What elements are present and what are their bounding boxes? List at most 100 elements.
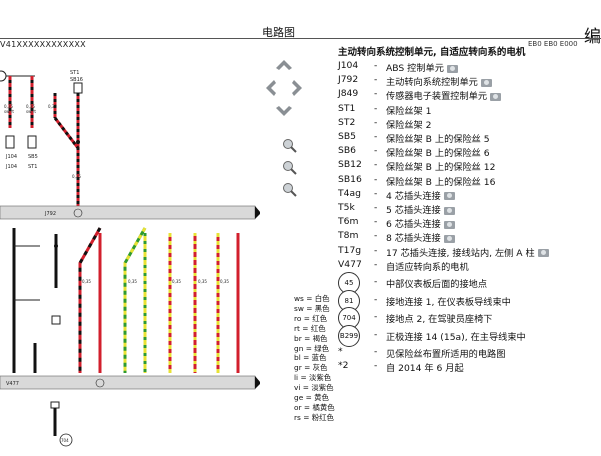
component-code: J792 (338, 74, 359, 86)
separator: - (374, 159, 378, 171)
component-legend: 主动转向系统控制单元, 自适应转向系的电机 J104- ABS 控制单元 J792-… (338, 44, 600, 374)
color-legend-item: br = 褐色 (294, 333, 328, 343)
fuse-label-2: SB5 (28, 154, 38, 160)
component-code: V477 (338, 258, 362, 270)
arrow-left-icon[interactable] (266, 80, 276, 96)
component-desc: 保险丝架 1 (386, 103, 432, 117)
separator: - (374, 230, 378, 242)
svg-text:0,35: 0,35 (72, 174, 81, 179)
lower-circuit: 0,35 0,35 0,35 0,35 0,35 (12, 227, 240, 373)
color-legend-item: ws = 白色 (294, 294, 330, 303)
component-desc-text: 保险丝架 2 (386, 119, 432, 131)
component-code: T6m (338, 216, 359, 228)
title-bar: 电路图 编 (0, 0, 601, 47)
component-code: SB6 (338, 145, 356, 157)
component-desc: 8 芯插头连接 (386, 230, 455, 244)
color-legend-item: li = 淡紫色 (294, 373, 332, 383)
component-desc-text: 保险丝架 B 上的保险丝 5 (386, 134, 490, 145)
component-desc: 主动转向系统控制单元 (386, 74, 492, 88)
separator: - (374, 244, 378, 256)
zoom-reset-icon[interactable] (282, 160, 298, 176)
component-desc: 保险丝架 B 上的保险丝 16 (386, 174, 495, 188)
color-legend-item: rt = 红色 (294, 323, 326, 333)
legend-title: 主动转向系统控制单元, 自适应转向系的电机 (338, 47, 526, 58)
separator: - (374, 145, 378, 157)
camera-icon[interactable] (443, 206, 455, 215)
color-legend-item: gn = 绿色 (294, 343, 330, 353)
ground-desc: 接地点 2, 在驾驶员座椅下 (386, 314, 493, 325)
zoom-in-icon[interactable] (282, 138, 298, 154)
note-desc: 见保险丝布置所适用的电路图 (386, 349, 506, 360)
ground-point-icon: B299 (338, 324, 360, 347)
ground-desc: 接地连接 1, 在仪表板导线束中 (386, 296, 511, 308)
separator: - (374, 293, 378, 305)
camera-icon[interactable] (537, 249, 549, 258)
bottom-component-label: V477 (6, 381, 19, 387)
wire-color-legend: ws = 白色 sw = 黑色 ro = 红色 rt = 红色 br = 褐色 … (294, 294, 335, 423)
component-band (0, 375, 256, 390)
note-mark: *2 (338, 360, 349, 372)
component-code: T17g (338, 244, 362, 256)
component-desc: 6 芯插头连接 (386, 216, 455, 230)
svg-text:0,35: 0,35 (198, 279, 207, 284)
ground-desc: 正极连接 14 (15a), 在主导线束中 (386, 331, 526, 343)
separator: - (374, 173, 378, 185)
separator: - (374, 328, 378, 340)
component-code: T8m (338, 230, 359, 242)
separator: - (374, 102, 378, 114)
component-code: SB5 (338, 131, 356, 142)
color-legend-item: vi = 淡紫色 (294, 383, 334, 393)
ground-label: 704 (61, 438, 69, 443)
arrow-up-icon[interactable] (276, 60, 292, 70)
component-desc-text: 8 芯插头连接 (386, 233, 441, 245)
bus-label: J792 (44, 211, 56, 217)
camera-icon[interactable] (443, 192, 455, 201)
separator: - (374, 216, 378, 228)
component-desc-text: 保险丝架 1 (386, 105, 432, 117)
component-desc-text: 主动转向系统控制单元 (386, 77, 478, 89)
component-desc-text: 4 芯插头连接 (386, 190, 441, 202)
component-code: ST1 (338, 102, 356, 114)
component-desc: 保险丝架 2 (386, 117, 432, 131)
component-desc-text: 自适应转向系的电机 (386, 261, 469, 273)
separator: - (374, 360, 378, 372)
separator: - (374, 202, 378, 213)
note-desc: 自 2014 年 6 月起 (386, 363, 464, 375)
camera-icon[interactable] (443, 234, 455, 243)
component-desc: 4 芯插头连接 (386, 188, 455, 202)
camera-icon[interactable] (446, 64, 458, 73)
component-code: SB12 (338, 159, 362, 171)
component-desc: 5 芯插头连接 (386, 202, 455, 216)
svg-text:0,35: 0,35 (128, 279, 137, 284)
ground-desc: 中部仪表板后面的接地点 (386, 279, 488, 290)
svg-text:0,35: 0,35 (48, 104, 57, 109)
upper-circuit: 0,35 sw/rt 0,35 sw/rt J104 J104 SB5 ST1 … (0, 70, 83, 217)
component-desc-text: 保险丝架 B 上的保险丝 6 (386, 148, 490, 160)
component-code: T5k (338, 202, 355, 213)
camera-icon[interactable] (480, 78, 492, 87)
component-code: ST2 (338, 116, 356, 128)
note-mark: * (338, 346, 343, 357)
nav-pad (266, 60, 302, 116)
zoom-out-icon[interactable] (282, 182, 298, 198)
separator: - (374, 187, 378, 199)
camera-icon[interactable] (490, 92, 502, 101)
arrow-right-icon[interactable] (292, 80, 302, 96)
separator: - (374, 131, 378, 142)
color-legend-item: rs = 粉红色 (294, 412, 334, 422)
arrow-down-icon[interactable] (276, 106, 292, 116)
svg-text:0,35: 0,35 (172, 279, 181, 284)
component-desc: 传感器电子装置控制单元 (386, 88, 502, 103)
separator: - (374, 276, 378, 287)
component-desc-text: 传感器电子装置控制单元 (386, 91, 488, 103)
component-desc: 自适应转向系的电机 (386, 259, 469, 273)
component-desc: 保险丝架 B 上的保险丝 5 (386, 131, 490, 145)
component-desc-text: 保险丝架 B 上的保险丝 12 (386, 162, 496, 174)
svg-text:sw/rt: sw/rt (4, 109, 14, 114)
color-legend-item: gr = 灰色 (294, 363, 328, 373)
color-legend-item: or = 橘黄色 (294, 402, 335, 412)
separator: - (374, 346, 378, 357)
separator: - (374, 74, 378, 86)
camera-icon[interactable] (443, 220, 455, 229)
component-desc-text: 17 芯插头连接, 接线站内, 左侧 A 柱 (386, 247, 535, 259)
